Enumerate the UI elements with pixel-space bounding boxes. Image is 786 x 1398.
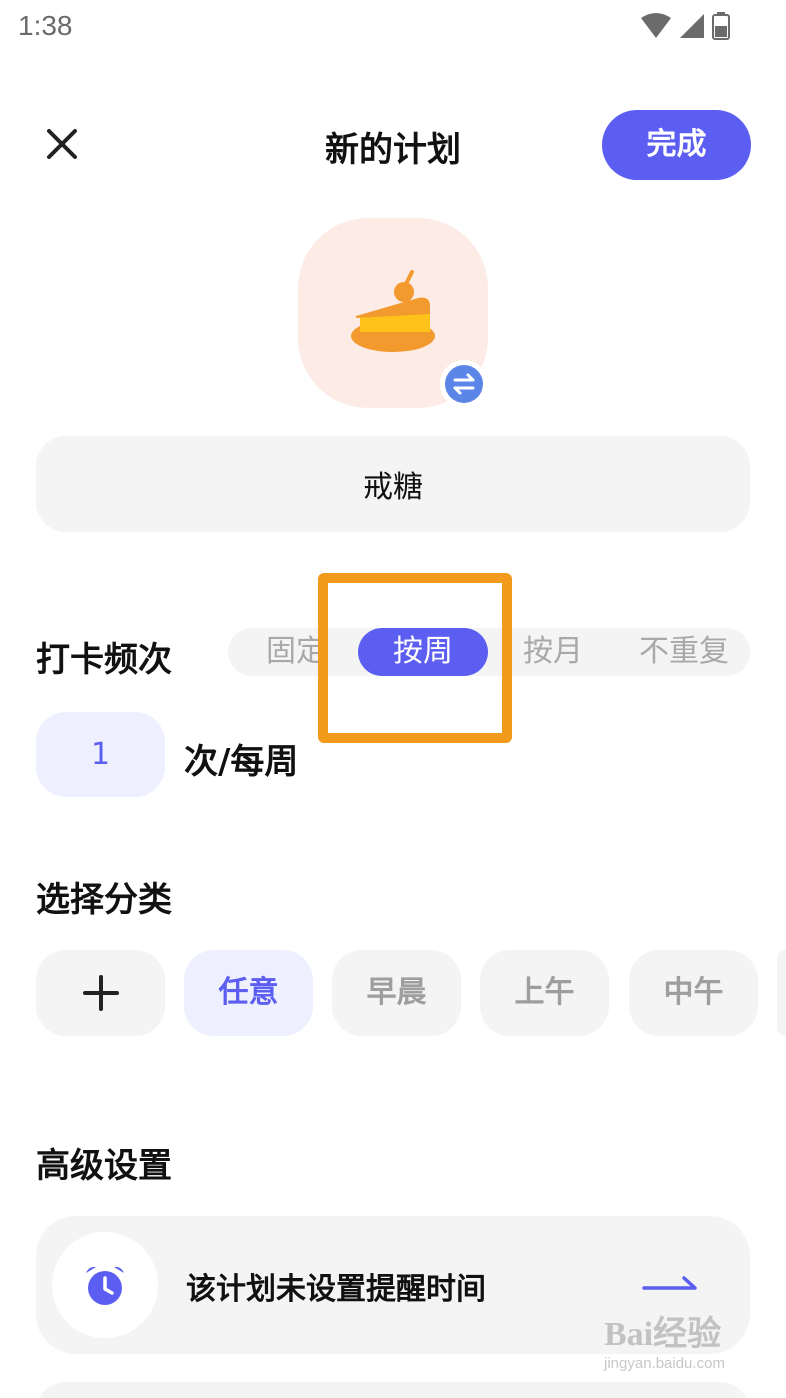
- battery-icon: [712, 12, 730, 40]
- watermark-logo: Bai经验: [604, 1316, 722, 1353]
- frequency-option-weekly[interactable]: 按周: [358, 628, 488, 676]
- change-icon-button[interactable]: [440, 360, 488, 408]
- reminder-status-text: 该计划未设置提醒时间: [186, 1272, 486, 1307]
- swap-arrows-icon: [453, 373, 475, 395]
- status-bar: 1:38: [0, 0, 786, 56]
- frequency-count-unit: 次/每周: [184, 742, 299, 782]
- arrow-right-icon: [642, 1276, 697, 1290]
- frequency-option-fixed[interactable]: 固定: [246, 628, 346, 676]
- alarm-clock-icon: [86, 1266, 124, 1305]
- plus-icon: [82, 975, 119, 1011]
- category-chip-morning[interactable]: 上午: [480, 950, 609, 1036]
- category-chip-noon[interactable]: 中午: [629, 950, 758, 1036]
- category-chip-overflow[interactable]: [777, 950, 786, 1036]
- advanced-settings-label: 高级设置: [36, 1146, 172, 1186]
- status-time: 1:38: [18, 10, 73, 41]
- frequency-label: 打卡频次: [36, 640, 172, 680]
- frequency-count-input[interactable]: 1: [36, 712, 165, 797]
- header: 新的计划 完成: [0, 100, 786, 190]
- frequency-option-monthly[interactable]: 按月: [508, 628, 598, 676]
- status-icons: [640, 12, 730, 40]
- plan-name-input[interactable]: 戒糖: [36, 436, 750, 532]
- category-label: 选择分类: [36, 880, 172, 920]
- frequency-segmented-control: 固定 按周 按月 不重复: [228, 628, 750, 676]
- done-button[interactable]: 完成: [602, 110, 751, 180]
- wifi-icon: [641, 13, 671, 38]
- add-category-button[interactable]: [36, 950, 165, 1036]
- baidu-jingyan-watermark: Bai经验 jingyan.baidu.com: [604, 1306, 754, 1386]
- category-chip-any[interactable]: 任意: [184, 950, 313, 1036]
- cellular-signal-icon: [680, 14, 704, 38]
- frequency-option-no-repeat[interactable]: 不重复: [624, 628, 744, 676]
- category-chip-early-morning[interactable]: 早晨: [332, 950, 461, 1036]
- watermark-url: jingyan.baidu.com: [604, 1355, 725, 1372]
